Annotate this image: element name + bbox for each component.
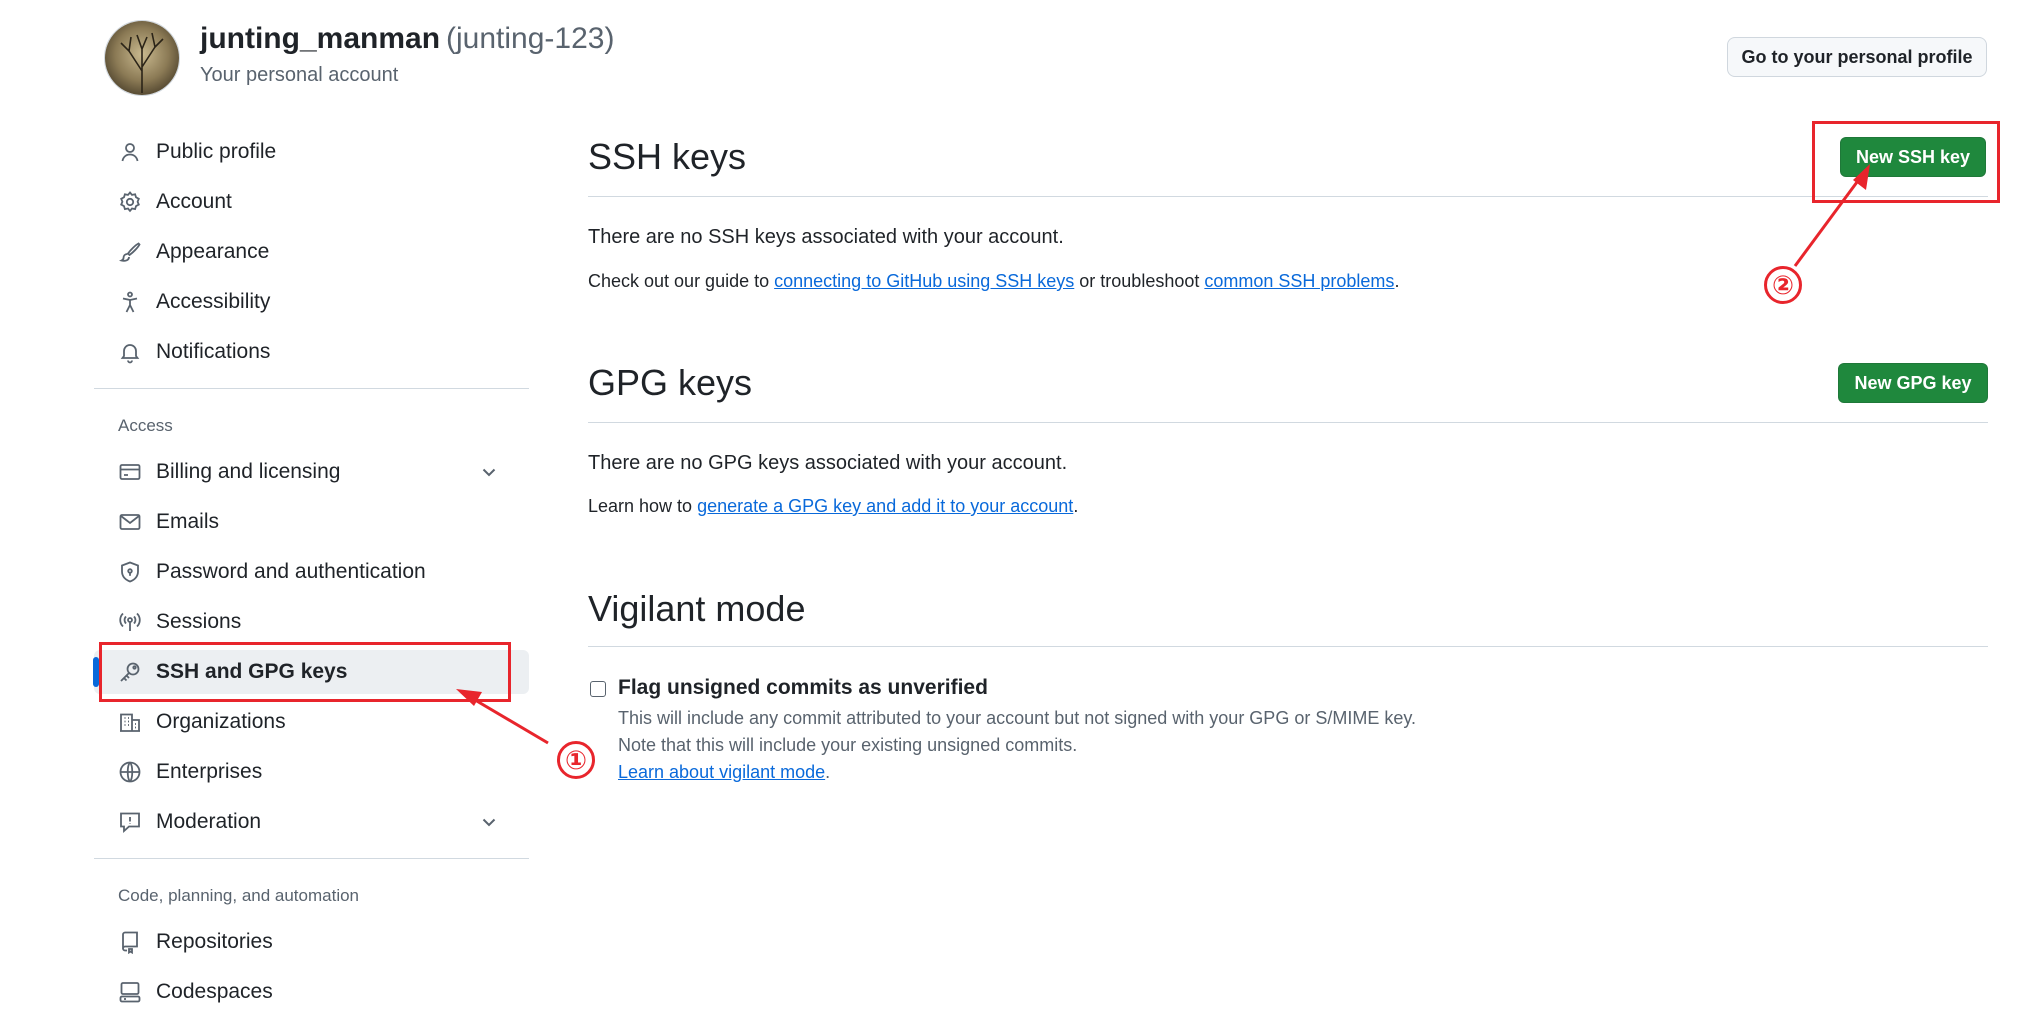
- annotation-arrows: [456, 164, 1870, 745]
- annotation-step-1: ①: [557, 741, 595, 779]
- annotation-arrow-1: [456, 689, 549, 745]
- annotation-step-2: ②: [1764, 266, 1802, 304]
- annotation-arrow-2: [1793, 164, 1870, 267]
